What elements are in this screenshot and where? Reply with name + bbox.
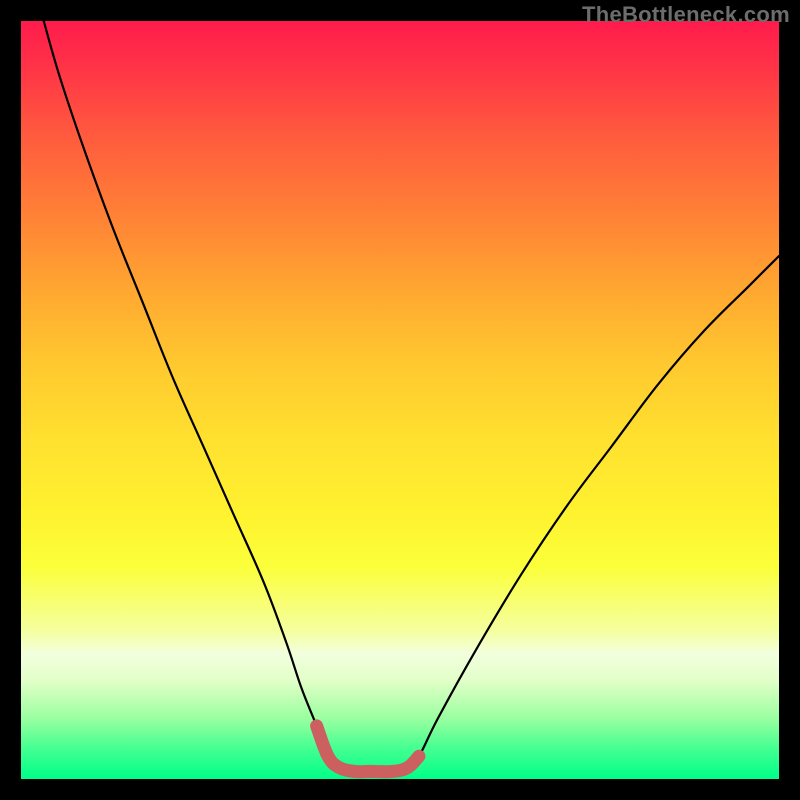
chart-frame: TheBottleneck.com [0,0,800,800]
plot-area [21,21,779,779]
watermark-text: TheBottleneck.com [582,2,790,28]
bottleneck-curve [44,21,779,772]
trough-highlight [317,726,419,772]
chart-svg [21,21,779,779]
